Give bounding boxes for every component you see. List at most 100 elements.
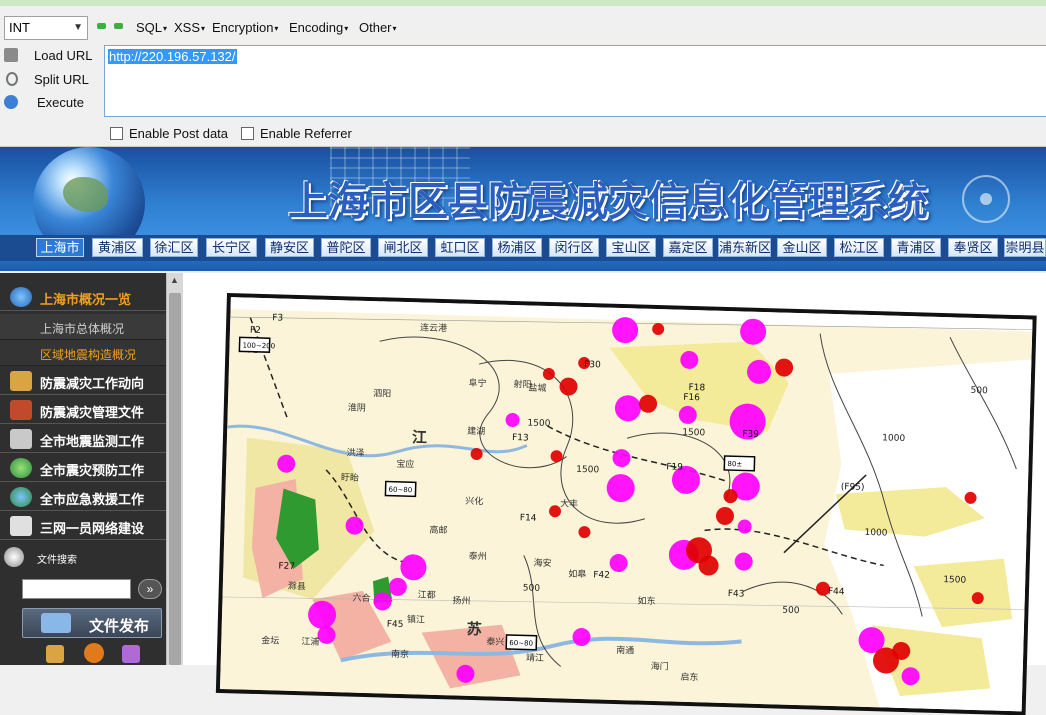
nav-item[interactable]: 防震减灾工作动向 [0,367,166,395]
svg-text:60~80: 60~80 [509,639,533,648]
district-tab[interactable]: 浦东新区 [718,238,771,257]
decrease-icon[interactable] [97,23,106,29]
type-select-value: INT [9,20,30,35]
district-tab[interactable]: 闵行区 [549,238,599,257]
fault-label: F19 [666,462,683,472]
place-label: 连云港 [420,321,447,334]
menu-sql[interactable]: SQL▾ [136,20,167,35]
file-search-input[interactable] [22,579,131,599]
menu-encryption[interactable]: Encryption▾ [212,20,278,35]
place-label: 苏 [466,620,482,638]
place-label: 江浦 [301,635,319,647]
district-tab[interactable]: 静安区 [265,238,314,257]
checkbox-box [110,127,123,140]
nav-item[interactable]: 全市地震监测工作 [0,425,166,453]
fault-label: F42 [593,570,610,580]
contour-label: 1500 [576,465,599,476]
map-drawing: 连云港盐城泗阳淮阴阜宁 射阳建湖江宝应洪泽盱眙兴化 大丰高邮泰州海安如皋如东南通镇江… [219,297,1033,712]
place-label: 南通 [616,644,634,656]
place-label: 南京 [391,648,409,660]
network-icon [10,516,32,536]
place-label: 射阳 [513,378,531,390]
nav-item-overview[interactable]: 上海市概况一览 [0,283,166,311]
fault-label: F13 [512,433,529,443]
district-tab[interactable]: 徐汇区 [150,238,198,257]
scroll-up-icon[interactable]: ▲ [170,275,179,285]
enable-post-data-checkbox[interactable]: Enable Post data [110,126,228,141]
nav-scrollbar[interactable]: ▲ [166,273,184,665]
place-label: 启东 [680,671,698,683]
place-label: 海安 [533,557,551,569]
place-label: 高邮 [429,524,447,536]
hammer-icon[interactable] [46,645,64,663]
tools-icon[interactable] [122,645,140,663]
svg-text:60~80: 60~80 [388,486,412,495]
contour-label: 1000 [882,433,905,444]
search-go-button[interactable]: » [138,579,162,599]
nav-item[interactable]: 三网一员网络建设 [0,512,166,540]
globe-icon [10,287,32,307]
district-tab[interactable]: 奉贤区 [948,238,998,257]
district-tab[interactable]: 嘉定区 [663,238,713,257]
place-label: 如东 [637,595,655,607]
person-icon[interactable] [84,643,104,663]
nav-item[interactable]: 防震减灾管理文件 [0,396,166,424]
district-tab[interactable]: 金山区 [777,238,827,257]
menu-encoding[interactable]: Encoding▾ [289,20,348,35]
type-select[interactable]: INT ▼ [4,16,88,40]
nav-item[interactable]: 全市震灾预防工作 [0,454,166,482]
place-label: 泰州 [469,550,487,562]
search-section: 文件搜索 [0,543,166,571]
rescue-icon [10,487,32,507]
district-tab[interactable]: 普陀区 [321,238,371,257]
district-tab[interactable]: 长宁区 [206,238,257,257]
district-tab[interactable]: 闸北区 [378,238,428,257]
satellite-icon [10,429,32,449]
fault-label: F2 [250,326,261,336]
place-label: 大丰 [560,497,578,509]
district-tab[interactable]: 黄浦区 [92,238,143,257]
chevron-down-icon: ▼ [73,22,83,33]
seismic-tectonic-map: 连云港 盐城 泗阳 淮阴 阜宁 射阳 建湖江宝应 洪泽 盱眙 兴化 大丰 高邮 泰州 海安 如皋 如东 南通 镇江… [215,293,1037,715]
increase-icon[interactable] [114,23,123,29]
fault-label: F44 [828,587,845,597]
district-tab[interactable]: 崇明县 [1004,238,1046,257]
site-title: 上海市区县防震减灾信息化管理系统 [288,178,928,225]
enable-referrer-checkbox[interactable]: Enable Referrer [241,126,352,141]
prevention-icon [10,458,32,478]
district-tab-shanghai[interactable]: 上海市 [36,238,84,257]
nav-subitem-active[interactable]: 区域地震构造概况 [0,340,166,366]
folder-icon [41,613,71,633]
fault-label: F45 [387,620,404,630]
fault-label: F39 [742,429,759,439]
district-tab[interactable]: 虹口区 [435,238,485,257]
place-label: 泗阳 [373,388,391,399]
district-tab[interactable]: 松江区 [834,238,884,257]
nav-subitem[interactable]: 上海市总体概况 [0,314,166,340]
fault-label: F3 [272,313,283,323]
district-tab[interactable]: 青浦区 [891,238,941,257]
depth-box: 60~80 [384,480,417,498]
place-label: 兴化 [465,495,483,507]
fault-label: F14 [520,513,537,523]
file-publish-button[interactable]: 文件发布 [22,608,162,638]
contour-label: 500 [970,386,988,396]
nav-item[interactable]: 全市应急救援工作 [0,483,166,511]
url-textarea[interactable]: http://220.196.57.132/ [104,45,1046,117]
place-label: 如皋 [568,568,586,580]
fault-label: F30 [584,360,601,370]
load-icon [4,48,18,62]
scroll-thumb[interactable] [169,293,181,665]
fault-label: F27 [278,562,295,572]
menu-xss[interactable]: XSS▾ [174,20,205,35]
contour-label: 1500 [943,575,966,586]
place-label: 滁县 [288,581,306,592]
menu-other[interactable]: Other▾ [359,20,397,35]
scroll-icon [10,371,32,391]
district-tab[interactable]: 杨浦区 [492,238,542,257]
svg-text:80±: 80± [727,460,742,468]
fault-label: F16 [683,393,700,403]
district-tab[interactable]: 宝山区 [606,238,656,257]
place-label: 盱眙 [341,471,359,483]
magnifier-icon [4,547,24,567]
